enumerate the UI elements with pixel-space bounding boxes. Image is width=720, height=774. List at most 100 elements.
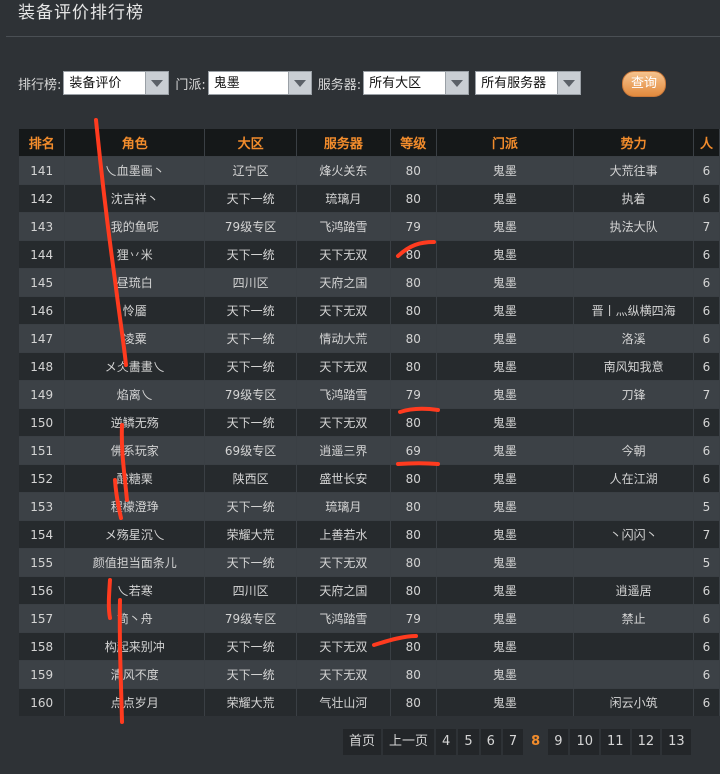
cell-rank: 147 (19, 324, 66, 353)
ranking-table: 排名 角色 大区 服务器 等级 门派 势力 人 141 乀血墨画丶 辽宁区 烽火关东 8… (19, 129, 720, 716)
cell-server: 天下无双 (296, 352, 391, 381)
cell-more: 6 (693, 240, 720, 269)
table-row: 148 メ仌畵畫乀 天下一统 天下无双 80 鬼墨 南风知我意 6 (19, 352, 720, 381)
table-row: 153 程檬澄琤 天下一统 琉璃月 80 鬼墨 5 (19, 492, 720, 521)
cell-character: 颜值担当面条儿 (64, 548, 206, 577)
cell-region: 天下一统 (204, 240, 297, 269)
cell-more: 6 (693, 268, 720, 297)
table-row: 157 简丶舟 79级专区 飞鸿踏雪 79 鬼墨 禁止 6 (19, 604, 720, 633)
cell-region: 天下一统 (204, 548, 297, 577)
page-9[interactable]: 9 (548, 729, 569, 755)
sect-label: 门派: (175, 77, 206, 93)
cell-region: 荣耀大荒 (204, 688, 297, 716)
table-row: 144 狸丷米 天下一统 天下无双 80 鬼墨 6 (19, 240, 720, 269)
cell-more: 6 (693, 632, 720, 661)
cell-rank: 160 (19, 688, 66, 716)
cell-server: 琉璃月 (296, 184, 391, 213)
cell-more: 6 (693, 184, 720, 213)
col-header-level: 等级 (390, 129, 437, 157)
cell-faction: 执着 (573, 184, 694, 213)
chevron-down-icon[interactable] (557, 72, 581, 94)
cell-server: 气壮山河 (296, 688, 391, 716)
cell-character: 程檬澄琤 (64, 492, 206, 521)
sect-select-value: 鬼墨 (213, 76, 240, 91)
cell-more: 6 (693, 688, 720, 716)
cell-character: メ殇星沉乀 (64, 520, 206, 549)
cell-faction (573, 268, 694, 297)
cell-sect: 鬼墨 (436, 520, 575, 549)
cell-rank: 155 (19, 548, 66, 577)
cell-server: 天府之国 (296, 268, 391, 297)
page-7[interactable]: 7 (502, 729, 524, 755)
table-row: 152 酸糖栗 陕西区 盛世长安 80 鬼墨 人在江湖 6 (19, 464, 720, 493)
cell-rank: 149 (19, 380, 66, 409)
cell-level: 80 (390, 632, 437, 661)
cell-sect: 鬼墨 (436, 268, 575, 297)
cell-rank: 150 (19, 408, 66, 437)
cell-character: 酸糖栗 (64, 464, 206, 493)
cell-character: 佛系玩家 (64, 436, 206, 465)
page-11[interactable]: 11 (601, 729, 630, 755)
cell-character: 昼琉白 (64, 268, 206, 297)
cell-rank: 159 (19, 660, 66, 689)
page-13[interactable]: 13 (662, 729, 691, 755)
prev-page-button[interactable]: 上一页 (383, 729, 435, 755)
cell-sect: 鬼墨 (436, 380, 575, 409)
page-8-current[interactable]: 8 (525, 729, 546, 755)
first-page-button[interactable]: 首页 (343, 729, 382, 755)
cell-sect: 鬼墨 (436, 632, 575, 661)
cell-level: 80 (390, 156, 437, 185)
cell-region: 天下一统 (204, 352, 297, 381)
cell-character: 我的鱼呢 (64, 212, 206, 241)
cell-sect: 鬼墨 (436, 212, 575, 241)
chevron-down-icon[interactable] (445, 72, 469, 94)
cell-more: 6 (693, 156, 720, 185)
cell-character: 乀血墨画丶 (64, 156, 206, 185)
cell-rank: 146 (19, 296, 66, 325)
ranking-select[interactable]: 装备评价 (63, 71, 170, 95)
cell-server: 天府之国 (296, 576, 391, 605)
cell-rank: 156 (19, 576, 66, 605)
cell-server: 琉璃月 (296, 492, 391, 521)
table-row: 143 我的鱼呢 79级专区 飞鸿踏雪 79 鬼墨 执法大队 7 (19, 212, 720, 241)
cell-more: 6 (693, 660, 720, 689)
cell-level: 79 (390, 212, 437, 241)
page-10[interactable]: 10 (570, 729, 600, 755)
col-header-character: 角色 (64, 129, 206, 157)
cell-server: 天下无双 (296, 408, 391, 437)
chevron-down-icon[interactable] (145, 72, 169, 94)
cell-faction (573, 548, 694, 577)
cell-region: 天下一统 (204, 492, 297, 521)
cell-server: 上善若水 (296, 520, 391, 549)
cell-character: 焰离乀 (64, 380, 206, 409)
cell-rank: 145 (19, 268, 66, 297)
cell-sect: 鬼墨 (436, 352, 575, 381)
cell-faction: 逍遥居 (573, 576, 694, 605)
chevron-down-icon[interactable] (287, 72, 311, 94)
col-header-more: 人 (693, 129, 720, 157)
cell-faction: 禁止 (573, 604, 694, 633)
region-select[interactable]: 所有大区 (363, 71, 470, 95)
query-button[interactable]: 查询 (622, 71, 666, 97)
cell-faction: 今朝 (573, 436, 694, 465)
page-5[interactable]: 5 (458, 729, 479, 755)
server-select[interactable]: 所有服务器 (475, 71, 582, 95)
cell-region: 天下一统 (204, 324, 297, 353)
page-12[interactable]: 12 (631, 729, 661, 755)
cell-sect: 鬼墨 (436, 688, 575, 716)
page-6[interactable]: 6 (480, 729, 501, 755)
cell-server: 飞鸿踏雪 (296, 380, 391, 409)
cell-region: 天下一统 (204, 660, 297, 689)
cell-region: 四川区 (204, 576, 297, 605)
page-4[interactable]: 4 (436, 729, 457, 755)
cell-sect: 鬼墨 (436, 604, 575, 633)
cell-more: 5 (693, 492, 720, 521)
region-select-value: 所有大区 (369, 76, 422, 91)
cell-level: 80 (390, 268, 437, 297)
table-row: 155 颜值担当面条儿 天下一统 天下无双 80 鬼墨 5 (19, 548, 720, 577)
cell-character: 凌粟 (64, 324, 206, 353)
table-row: 160 点点岁月 荣耀大荒 气壮山河 80 鬼墨 闲云小筑 6 (19, 688, 720, 716)
col-header-sect: 门派 (436, 129, 575, 157)
sect-select[interactable]: 鬼墨 (207, 71, 312, 95)
cell-more: 6 (693, 408, 720, 437)
